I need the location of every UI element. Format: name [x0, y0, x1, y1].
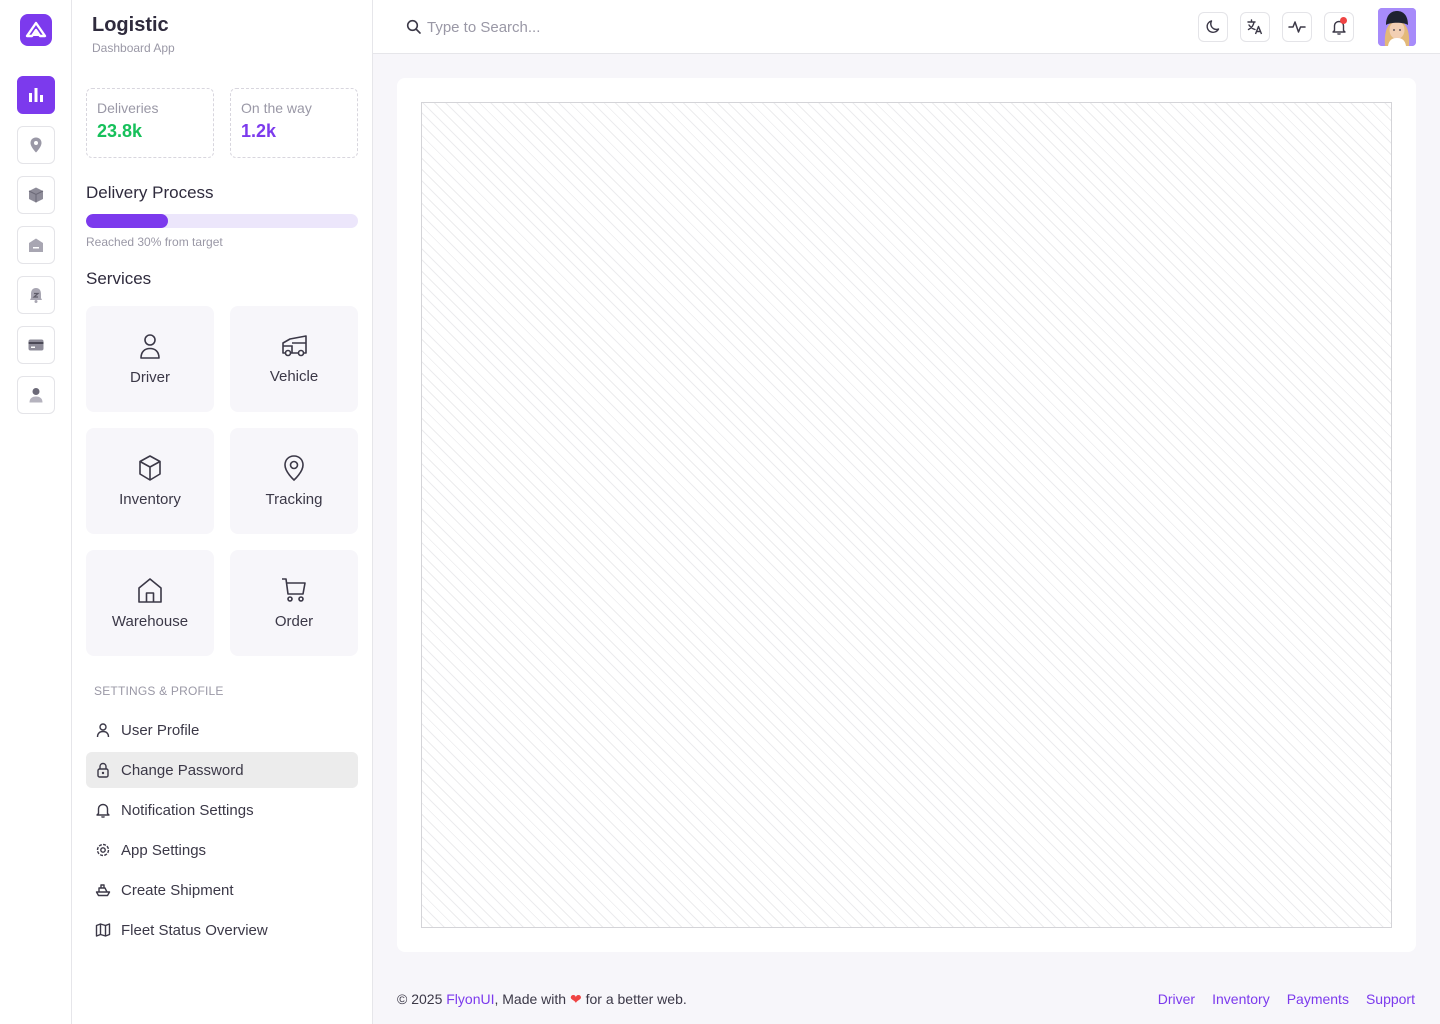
user-icon [29, 388, 43, 403]
footer-link-inventory[interactable]: Inventory [1212, 991, 1270, 1007]
menu-label: Change Password [121, 761, 244, 779]
heart-icon: ❤ [569, 991, 582, 1007]
content-placeholder [421, 102, 1392, 928]
logo-icon[interactable] [20, 14, 52, 46]
service-warehouse[interactable]: Warehouse [86, 550, 214, 656]
stat-card-deliveries: Deliveries 23.8k [86, 88, 214, 158]
credit-card-icon [28, 339, 44, 351]
rail-support-button[interactable] [17, 276, 55, 314]
footer-link-payments[interactable]: Payments [1287, 991, 1349, 1007]
menu-label: Fleet Status Overview [121, 921, 268, 939]
activity-button[interactable] [1282, 12, 1312, 42]
footer-links: Driver Inventory Payments Support [1158, 991, 1415, 1007]
rail-tracking-button[interactable] [17, 126, 55, 164]
rail-dashboard-button[interactable] [17, 76, 55, 114]
menu-user-profile[interactable]: User Profile [86, 712, 358, 748]
menu-notification-settings[interactable]: Notification Settings [86, 792, 358, 828]
user-icon [140, 334, 160, 359]
delivery-progress-fill [86, 214, 168, 228]
delivery-progress-note: Reached 30% from target [86, 235, 223, 249]
service-label: Warehouse [111, 613, 189, 630]
search-input[interactable] [427, 15, 727, 39]
service-vehicle[interactable]: Vehicle [230, 306, 358, 412]
rail-warehouse-button[interactable] [17, 226, 55, 264]
settings-heading: SETTINGS & PROFILE [94, 684, 224, 698]
menu-label: App Settings [121, 841, 207, 859]
support-icon [30, 288, 42, 303]
delivery-process-title: Delivery Process [86, 183, 214, 202]
bar-chart-icon [29, 88, 43, 102]
ship-icon [95, 884, 111, 897]
notifications-button[interactable] [1324, 12, 1354, 42]
map-pin-icon [30, 137, 42, 153]
service-label: Order [274, 613, 314, 630]
footer-link-driver[interactable]: Driver [1158, 991, 1195, 1007]
menu-create-shipment[interactable]: Create Shipment [86, 872, 358, 908]
search-icon [406, 19, 421, 34]
menu-change-password[interactable]: Change Password [86, 752, 358, 788]
truck-icon [282, 335, 307, 357]
top-bar [373, 0, 1440, 54]
user-icon [96, 723, 110, 738]
gear-icon [96, 843, 110, 857]
lock-icon [97, 762, 109, 778]
icon-rail [0, 0, 72, 1024]
main-content-card [397, 78, 1416, 952]
theme-toggle-button[interactable] [1198, 12, 1228, 42]
box-icon [139, 455, 161, 481]
menu-fleet-status-overview[interactable]: Fleet Status Overview [86, 912, 358, 948]
app-subtitle: Dashboard App [92, 41, 175, 55]
menu-app-settings[interactable]: App Settings [86, 832, 358, 868]
stat-card-on-the-way: On the way 1.2k [230, 88, 358, 158]
delivery-progress-bar [86, 214, 358, 228]
activity-icon [1288, 21, 1306, 33]
service-tracking[interactable]: Tracking [230, 428, 358, 534]
home-icon [138, 578, 162, 603]
map-pin-icon [284, 455, 304, 482]
service-driver[interactable]: Driver [86, 306, 214, 412]
rail-payments-button[interactable] [17, 326, 55, 364]
copyright-text: © 2025 [397, 991, 447, 1007]
notification-dot [1340, 17, 1347, 24]
service-label: Tracking [265, 491, 323, 508]
translate-icon [1247, 19, 1263, 35]
warehouse-icon [29, 238, 43, 252]
made-with-text: , Made with [494, 991, 570, 1007]
map-icon [95, 923, 111, 937]
stat-label: Deliveries [97, 100, 159, 116]
moon-icon [1206, 20, 1220, 33]
service-label: Vehicle [269, 368, 319, 385]
stat-label: On the way [241, 100, 312, 116]
menu-label: Notification Settings [121, 801, 254, 819]
stat-value: 23.8k [97, 121, 143, 141]
side-panel: Logistic Dashboard App Deliveries 23.8k … [72, 0, 373, 1024]
menu-label: Create Shipment [121, 881, 234, 899]
footer-suffix-text: for a better web. [581, 991, 687, 1007]
stat-value: 1.2k [241, 121, 277, 141]
footer-link-support[interactable]: Support [1366, 991, 1415, 1007]
bell-icon [96, 803, 110, 818]
rail-users-button[interactable] [17, 376, 55, 414]
service-label: Inventory [119, 491, 181, 508]
service-inventory[interactable]: Inventory [86, 428, 214, 534]
services-title: Services [86, 269, 152, 288]
service-label: Driver [130, 369, 170, 386]
avatar[interactable] [1378, 8, 1416, 46]
app-title: Logistic [92, 14, 169, 36]
brand-link[interactable]: FlyonUI [446, 991, 494, 1007]
service-order[interactable]: Order [230, 550, 358, 656]
box-icon [28, 187, 44, 203]
menu-label: User Profile [121, 721, 200, 739]
cart-icon [282, 578, 306, 602]
rail-inventory-button[interactable] [17, 176, 55, 214]
footer-copyright: © 2025 FlyonUI, Made with ❤ for a better… [397, 991, 687, 1008]
language-button[interactable] [1240, 12, 1270, 42]
